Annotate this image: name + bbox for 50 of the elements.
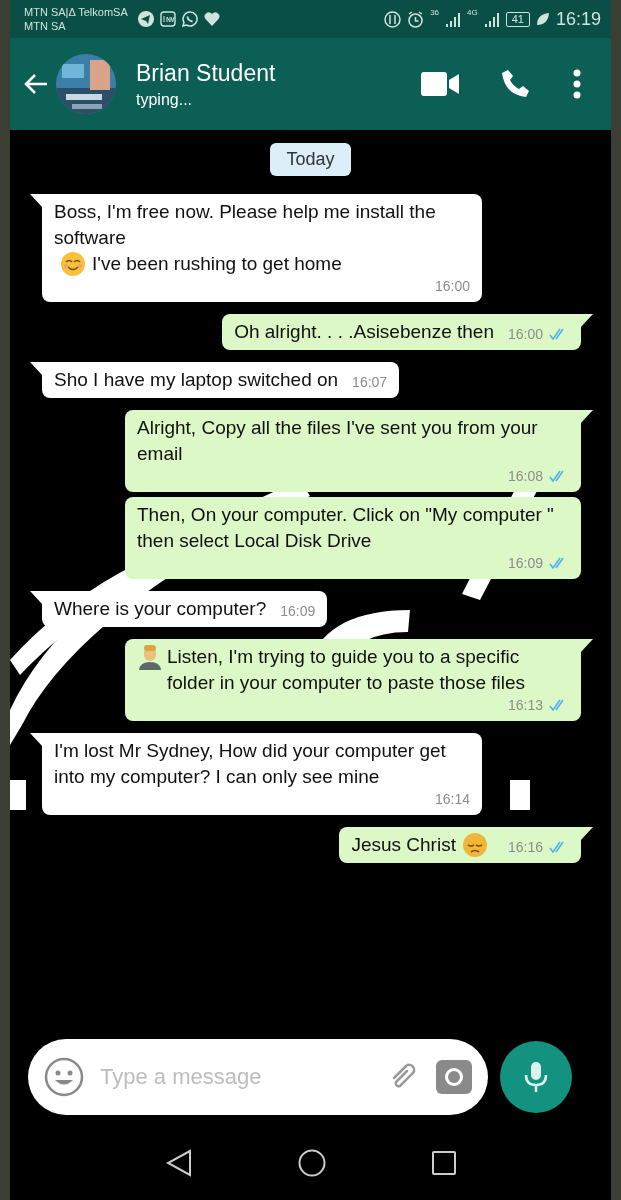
alarm-icon (407, 10, 425, 28)
smiley-icon[interactable] (44, 1057, 84, 1097)
carrier-name: MTN SA (24, 19, 67, 33)
message-text: I'm lost Mr Sydney, How did your computer get into my computer? I can only see mine (54, 739, 447, 789)
network-label: 36 (430, 9, 440, 17)
sad-face-icon (461, 832, 488, 858)
message-text: Then, On your computer. Click on "My computer " then select Local Disk Drive (137, 503, 555, 553)
network-label: 4G (467, 9, 478, 17)
message-time: 16:00 (434, 277, 470, 295)
contact-status: typing... (136, 91, 194, 109)
recents-nav-icon[interactable] (431, 1150, 456, 1175)
video-camera-icon[interactable] (421, 72, 459, 96)
message-time: 16:16 (507, 838, 543, 856)
message-text: Alright, Copy all the files I've sent you from your email (137, 416, 539, 466)
message-time: 16:09 (280, 602, 316, 620)
message-time: 16:09 (507, 554, 543, 572)
app-notification-icon (159, 11, 176, 27)
message-text: Boss, I'm free now. Please help me install the software (54, 200, 437, 250)
back-nav-icon[interactable] (165, 1148, 192, 1177)
message-time: 16:14 (434, 790, 470, 808)
message-text: Jesus Christ (351, 833, 456, 857)
message-text: I've been rushing to get home (92, 252, 342, 276)
message-text: Listen, I'm trying to guide you to a specific folder in your computer to paste those files (167, 645, 527, 695)
data-saver-icon (384, 10, 402, 28)
clock-time: 16:19 (555, 8, 601, 30)
chat-bubble-icon (181, 11, 198, 27)
more-options-icon[interactable] (573, 69, 581, 99)
message-time: 16:00 (507, 325, 543, 343)
message-time: 16:07 (352, 373, 388, 391)
back-arrow-icon[interactable] (24, 73, 48, 95)
signal-icon (483, 11, 500, 27)
signal-icon (445, 11, 462, 27)
message-text: Oh alright. . . .Asisebenze then (234, 320, 494, 344)
date-chip: Today (270, 143, 351, 176)
message-text: Sho I have my laptop switched on (54, 368, 339, 392)
carrier-name: MTN SA|Δ TelkomSA (24, 5, 128, 19)
heart-icon (203, 12, 220, 26)
smiling-face-icon (60, 251, 86, 277)
contact-name[interactable]: Brian Student (136, 59, 421, 87)
leaf-icon (535, 12, 550, 26)
message-text: Where is your computer? (54, 597, 267, 621)
person-icon (137, 644, 163, 670)
phone-icon[interactable] (501, 69, 531, 99)
message-time: 16:13 (507, 696, 543, 714)
home-nav-icon[interactable] (297, 1148, 326, 1177)
message-time: 16:08 (507, 467, 543, 485)
battery-level: 41 (505, 11, 530, 27)
camera-icon[interactable] (436, 1060, 472, 1094)
microphone-icon (524, 1060, 548, 1094)
paper-plane-icon (137, 11, 154, 27)
